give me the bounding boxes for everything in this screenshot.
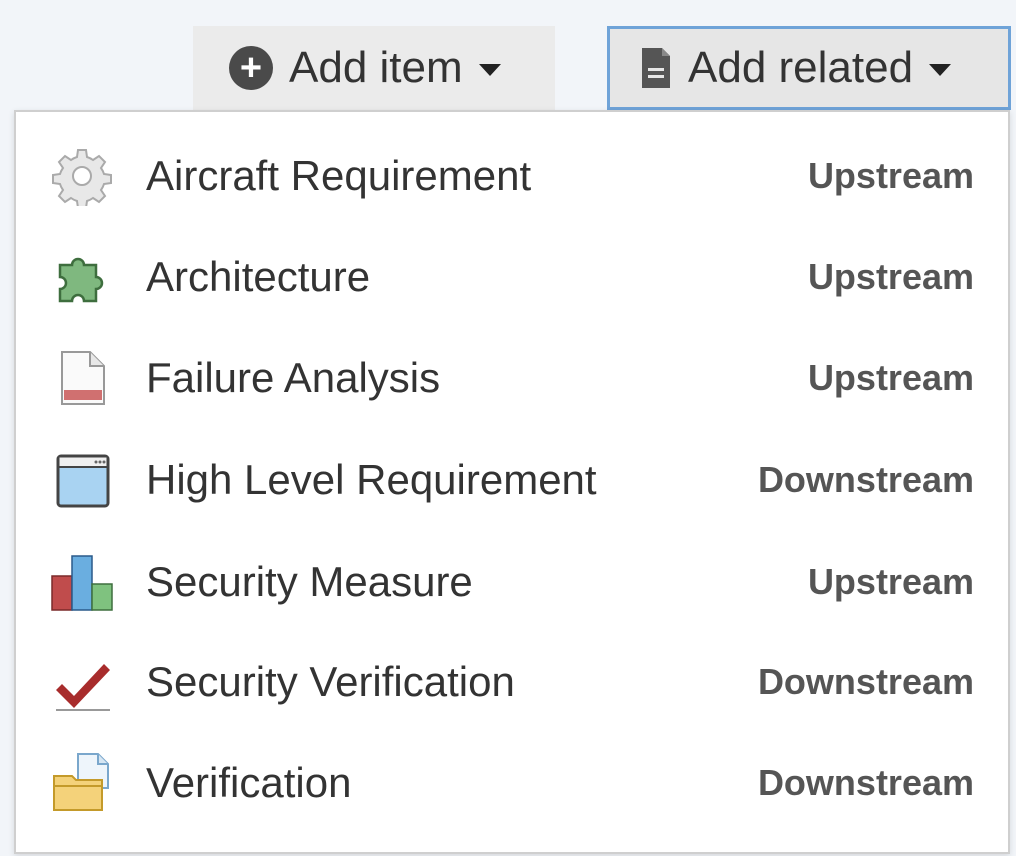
folder-document-icon [50,751,114,815]
menu-item-label: High Level Requirement [146,456,597,503]
add-item-label: Add item [289,43,463,92]
puzzle-icon [50,245,114,309]
document-icon [642,48,670,88]
add-related-button[interactable]: Add related [607,26,1011,110]
menu-item-security-verification[interactable]: Security Verification Downstream [16,632,1008,732]
add-item-button[interactable]: + Add item [193,26,555,110]
caret-down-icon [929,64,952,76]
menu-item-label: Failure Analysis [146,354,441,401]
direction-label: Upstream [807,561,974,602]
menu-item-verification[interactable]: Verification Downstream [16,733,1008,833]
menu-item-aircraft-requirement[interactable]: Aircraft Requirement Upstream [16,126,1008,226]
checkmark-icon [50,650,114,714]
direction-label: Upstream [807,256,974,297]
menu-item-security-measure[interactable]: Security Measure Upstream [16,532,1008,632]
add-related-label: Add related [688,43,914,92]
menu-item-label: Security Measure [146,558,473,605]
plus-circle-icon: + [229,46,273,90]
direction-label: Downstream [757,762,974,803]
gear-icon [50,144,114,208]
window-icon [50,448,114,512]
direction-label: Upstream [807,357,974,398]
menu-item-label: Architecture [146,253,371,300]
menu-item-label: Verification [146,759,352,806]
add-related-dropdown-menu: Aircraft Requirement Upstream Architectu… [14,110,1010,854]
menu-item-failure-analysis[interactable]: Failure Analysis Upstream [16,328,1008,428]
direction-label: Upstream [807,155,974,196]
document-icon [50,346,114,410]
menu-item-label: Aircraft Requirement [146,152,532,199]
direction-label: Downstream [757,661,974,702]
direction-label: Downstream [757,459,974,500]
menu-item-high-level-requirement[interactable]: High Level Requirement Downstream [16,430,1008,530]
menu-item-label: Security Verification [146,658,515,705]
caret-down-icon [478,64,501,76]
menu-item-architecture[interactable]: Architecture Upstream [16,227,1008,327]
bar-chart-icon [50,550,114,614]
